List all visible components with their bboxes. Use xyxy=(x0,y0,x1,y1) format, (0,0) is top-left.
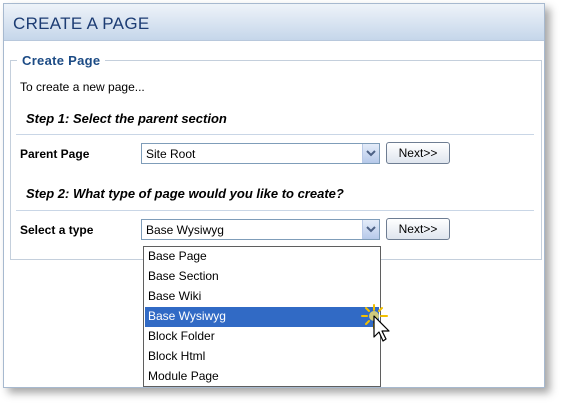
step2-divider xyxy=(16,210,534,211)
parent-page-select[interactable]: Site Root xyxy=(141,143,380,164)
dropdown-option-base-section[interactable]: Base Section xyxy=(145,267,379,287)
page-type-select[interactable]: Base Wysiwyg xyxy=(141,219,380,240)
page-type-select-value: Base Wysiwyg xyxy=(146,223,224,237)
dropdown-option-block-html[interactable]: Block Html xyxy=(145,347,379,367)
page-type-select-arrow[interactable] xyxy=(362,220,379,239)
mouse-cursor-icon xyxy=(361,304,390,342)
dropdown-option-module-page[interactable]: Module Page xyxy=(145,367,379,387)
parent-page-select-value: Site Root xyxy=(146,147,196,161)
dropdown-option-base-wiki[interactable]: Base Wiki xyxy=(145,287,379,307)
page-type-dropdown-list: Base Page Base Section Base Wiki Base Wy… xyxy=(143,246,381,387)
panel-legend: Create Page xyxy=(17,53,106,68)
step1-divider xyxy=(16,134,534,135)
page-title: CREATE A PAGE xyxy=(13,14,150,33)
window-header: CREATE A PAGE xyxy=(4,4,544,41)
step1-next-button[interactable]: Next>> xyxy=(386,142,450,164)
chevron-down-icon xyxy=(366,226,376,233)
dropdown-option-base-page[interactable]: Base Page xyxy=(145,247,379,267)
step2-next-button[interactable]: Next>> xyxy=(386,218,450,240)
dropdown-option-base-wysiwyg[interactable]: Base Wysiwyg xyxy=(145,307,379,327)
select-type-label: Select a type xyxy=(20,223,94,237)
dropdown-option-block-folder[interactable]: Block Folder xyxy=(145,327,379,347)
intro-text: To create a new page... xyxy=(20,80,145,94)
chevron-down-icon xyxy=(366,150,376,157)
step2-heading: Step 2: What type of page would you like… xyxy=(26,186,344,201)
step1-heading: Step 1: Select the parent section xyxy=(26,111,227,126)
parent-page-select-arrow[interactable] xyxy=(362,144,379,163)
create-page-window: CREATE A PAGE Create Page To create a ne… xyxy=(3,3,545,388)
parent-page-label: Parent Page xyxy=(20,147,90,161)
